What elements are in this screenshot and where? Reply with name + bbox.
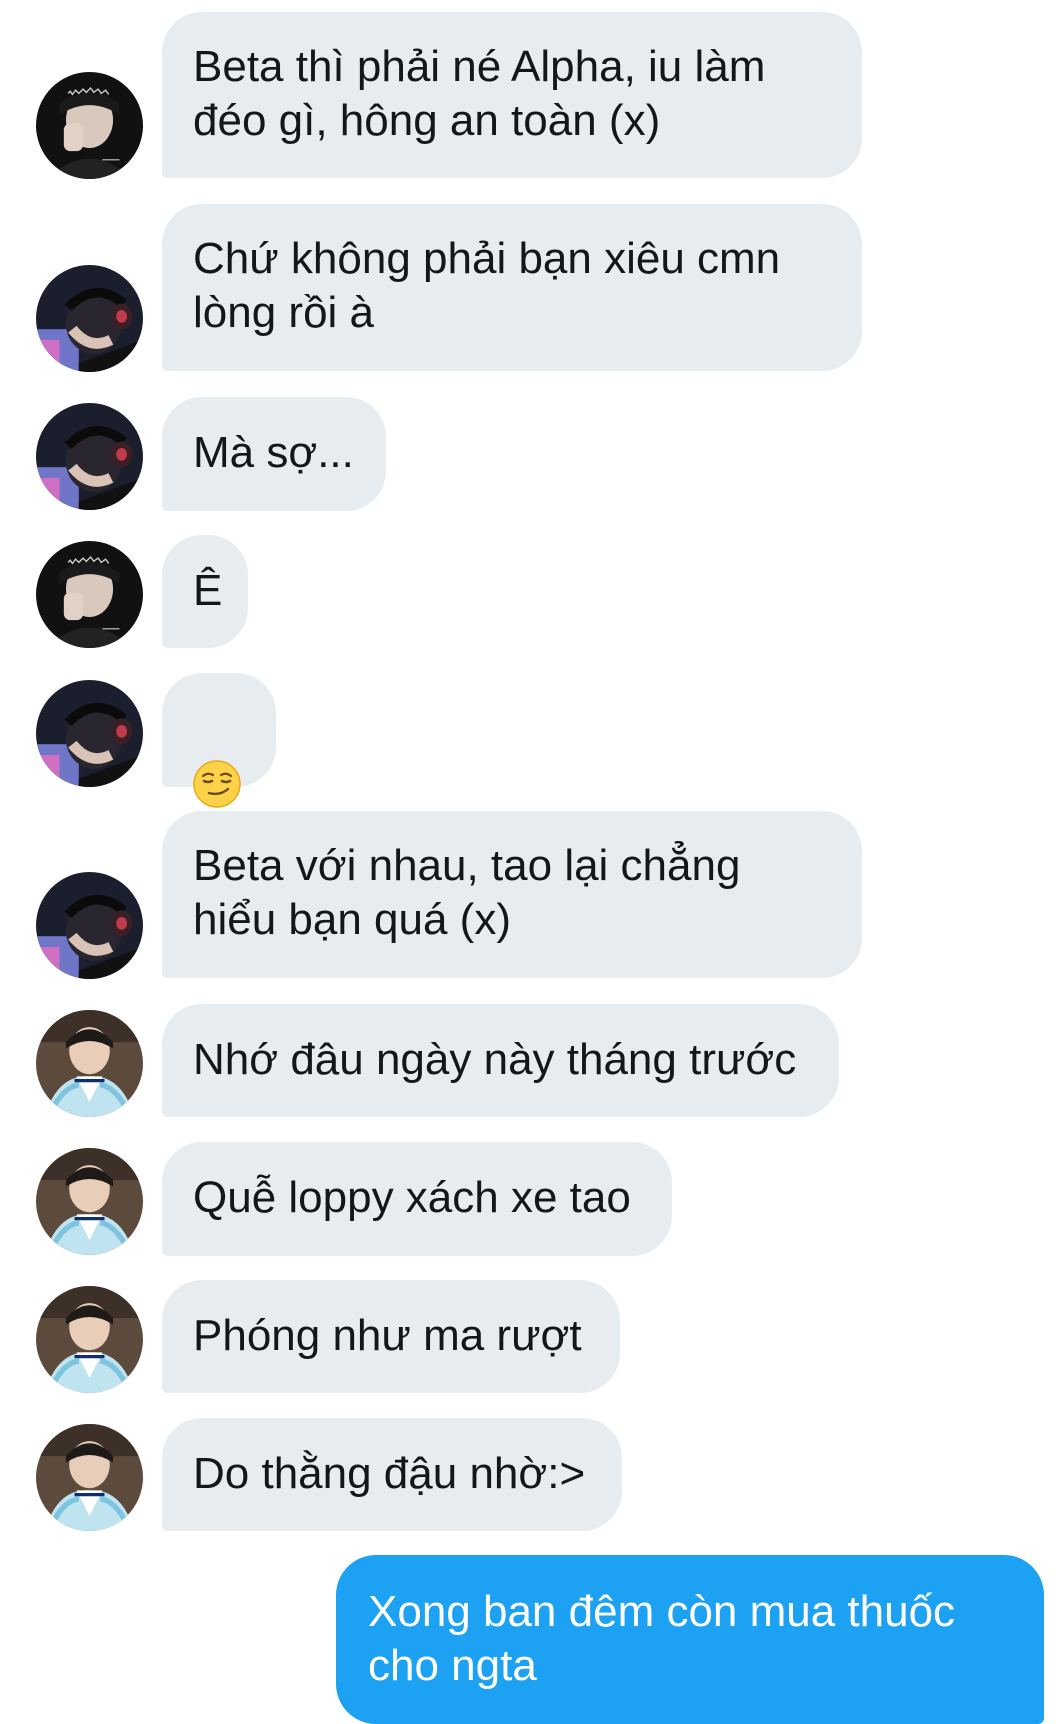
sender-avatar[interactable] xyxy=(36,265,143,372)
sender-avatar[interactable] xyxy=(36,1286,143,1393)
avatar-headset-icon xyxy=(36,265,143,372)
received-message-bubble[interactable]: Nhớ đâu ngày này tháng trước xyxy=(162,1004,839,1117)
sender-avatar[interactable] xyxy=(36,680,143,787)
received-message-bubble[interactable]: Mà sợ... xyxy=(162,397,386,511)
avatar-headset-icon xyxy=(36,872,143,979)
sender-avatar[interactable] xyxy=(36,1148,143,1255)
sender-avatar[interactable] xyxy=(36,1424,143,1531)
avatar-hanbok-icon xyxy=(36,1148,143,1255)
received-message-bubble[interactable]: Chứ không phải bạn xiêu cmn lòng rồi à xyxy=(162,204,862,371)
received-message-bubble[interactable]: Quễ loppy xách xe tao xyxy=(162,1142,672,1256)
avatar-headset-icon xyxy=(36,680,143,787)
sender-avatar[interactable] xyxy=(36,541,143,648)
avatar-hanbok-icon xyxy=(36,1424,143,1531)
sender-avatar[interactable] xyxy=(36,403,143,510)
avatar-dark-hand-icon xyxy=(36,72,143,179)
avatar-dark-hand-icon xyxy=(36,541,143,648)
sender-avatar[interactable] xyxy=(36,72,143,179)
sent-message-bubble[interactable]: Xong ban đêm còn mua thuốc cho ngta xyxy=(336,1555,1044,1724)
received-message-bubble[interactable]: Beta với nhau, tao lại chẳng hiểu bạn qu… xyxy=(162,811,862,978)
received-message-bubble[interactable]: Phóng như ma rượt xyxy=(162,1280,620,1393)
smirking-face-icon xyxy=(192,759,242,809)
avatar-hanbok-icon xyxy=(36,1286,143,1393)
avatar-hanbok-icon xyxy=(36,1010,143,1117)
received-message-bubble[interactable] xyxy=(162,673,276,787)
received-message-bubble[interactable]: Beta thì phải né Alpha, iu làm đéo gì, h… xyxy=(162,12,862,178)
sender-avatar[interactable] xyxy=(36,1010,143,1117)
avatar-headset-icon xyxy=(36,403,143,510)
sender-avatar[interactable] xyxy=(36,872,143,979)
received-message-bubble[interactable]: Do thằng đậu nhờ:> xyxy=(162,1418,622,1531)
received-message-bubble[interactable]: Ê xyxy=(162,535,248,648)
